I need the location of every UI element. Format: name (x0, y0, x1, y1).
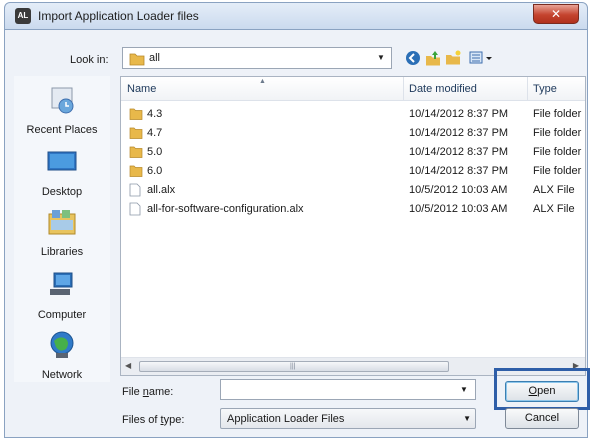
window-title: Import Application Loader files (38, 9, 199, 23)
column-separator[interactable] (403, 77, 404, 101)
file-list[interactable]: Name ▲ Date modified Type 4.3 10/14/2012… (120, 76, 586, 376)
look-in-label: Look in: (70, 54, 109, 66)
views-menu-icon (469, 51, 492, 64)
back-icon (406, 51, 420, 65)
column-header-type[interactable]: Type (533, 83, 557, 95)
file-name-label: File name: (122, 386, 174, 398)
file-row[interactable]: 6.0 10/14/2012 8:37 PM File folder (121, 162, 585, 181)
scrollbar-thumb[interactable]: ||| (139, 361, 449, 372)
file-row[interactable]: 4.7 10/14/2012 8:37 PM File folder (121, 124, 585, 143)
file-row[interactable]: 5.0 10/14/2012 8:37 PM File folder (121, 143, 585, 162)
file-row[interactable]: all-for-software-configuration.alx 10/5/… (121, 200, 585, 219)
look-in-combo[interactable]: all ▼ (122, 47, 392, 69)
file-row[interactable]: 4.3 10/14/2012 8:37 PM File folder (121, 105, 585, 124)
desktop-icon (47, 151, 77, 171)
network-icon (50, 331, 74, 358)
close-icon: ✕ (550, 7, 562, 21)
column-separator[interactable] (527, 77, 528, 101)
folder-icon (129, 145, 143, 162)
file-type-value: Application Loader Files (227, 413, 345, 425)
file-type-select[interactable]: Application Loader Files ▼ (220, 408, 476, 429)
file-list-header: Name ▲ Date modified Type (121, 77, 585, 101)
grip-icon: ||| (290, 363, 296, 370)
chevron-down-icon[interactable]: ▼ (373, 50, 389, 66)
folder-icon (129, 164, 143, 181)
computer-icon (50, 272, 73, 295)
back-button[interactable] (404, 49, 424, 67)
chevron-down-icon: ▼ (463, 414, 471, 423)
recent-places-icon (51, 87, 74, 114)
file-row[interactable]: all.alx 10/5/2012 10:03 AM ALX File (121, 181, 585, 200)
file-name-input[interactable] (220, 379, 476, 400)
app-icon: AL (15, 8, 31, 24)
import-dialog: AL Import Application Loader files ✕ Loo… (0, 0, 592, 441)
column-header-date-modified[interactable]: Date modified (409, 83, 477, 95)
new-folder-button[interactable] (444, 49, 464, 67)
file-icon (129, 183, 141, 200)
look-in-value: all (149, 52, 161, 64)
open-button[interactable]: Open (505, 381, 579, 402)
place-recent-places[interactable]: Recent Places (14, 84, 110, 144)
folder-icon (129, 126, 143, 143)
chevron-down-icon[interactable]: ▼ (456, 382, 472, 398)
title-bar[interactable]: AL Import Application Loader files ✕ (4, 2, 588, 30)
libraries-icon (48, 210, 76, 235)
file-icon (129, 202, 141, 219)
place-desktop[interactable]: Desktop (14, 146, 110, 206)
column-header-name[interactable]: Name (127, 83, 156, 95)
up-folder-icon (426, 51, 440, 66)
folder-icon (129, 107, 143, 124)
folder-icon (129, 52, 145, 69)
place-computer[interactable]: Computer (14, 269, 110, 329)
scroll-left-icon[interactable]: ◀ (125, 361, 131, 370)
sort-ascending-icon: ▲ (259, 78, 266, 85)
place-network[interactable]: Network (14, 329, 110, 389)
place-libraries[interactable]: Libraries (14, 206, 110, 266)
close-button[interactable]: ✕ (533, 4, 579, 24)
views-menu-button[interactable] (468, 49, 498, 67)
cancel-button[interactable]: Cancel (505, 408, 579, 429)
up-folder-button[interactable] (424, 49, 444, 67)
file-type-label: Files of type: (122, 414, 185, 426)
new-folder-icon (446, 50, 461, 65)
places-bar: Recent Places Desktop Libraries Computer… (14, 76, 110, 382)
